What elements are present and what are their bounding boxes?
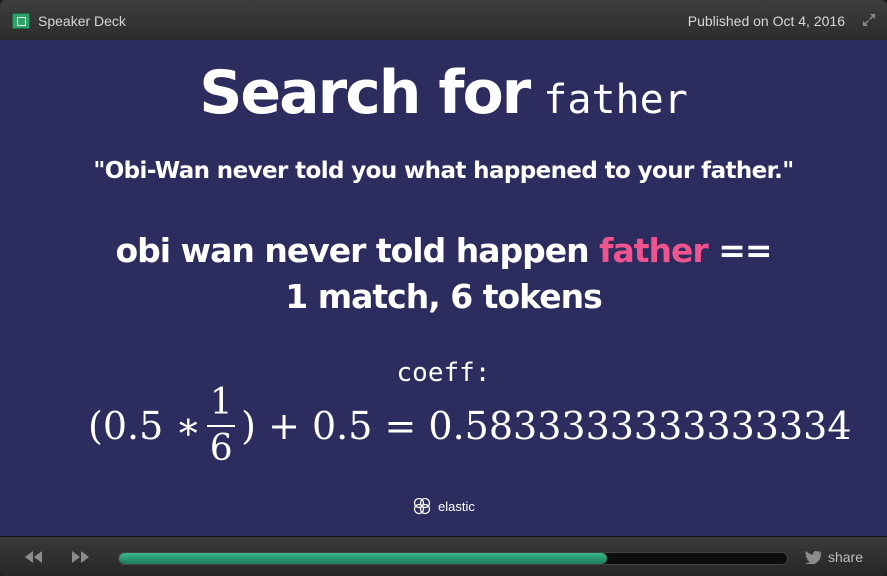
formula-open: (0.5 ∗ bbox=[88, 404, 202, 448]
fraction-denominator: 6 bbox=[209, 428, 233, 469]
elastic-logo-icon bbox=[413, 497, 431, 515]
rewind-icon[interactable] bbox=[22, 547, 46, 567]
slide-player: Speaker Deck Published on Oct 4, 2016 Se… bbox=[0, 0, 887, 576]
speakerdeck-logo-icon bbox=[12, 13, 30, 29]
fraction-numerator: 1 bbox=[209, 382, 233, 423]
progress-bar[interactable] bbox=[118, 552, 788, 565]
formula-fraction: 1 6 bbox=[207, 381, 236, 471]
token-equation: obi wan never told happen father == 1 ma… bbox=[0, 228, 887, 320]
slide-content: Search for father "Obi-Wan never told you… bbox=[0, 40, 887, 536]
speakerdeck-link[interactable]: Speaker Deck bbox=[12, 11, 126, 31]
share-label: share bbox=[827, 549, 863, 565]
share-button[interactable]: share bbox=[804, 549, 863, 565]
tokens-text: obi wan never told happen bbox=[115, 231, 590, 270]
player-header: Speaker Deck Published on Oct 4, 2016 bbox=[0, 0, 887, 41]
brand-label: Speaker Deck bbox=[38, 13, 126, 29]
slide-quote: "Obi-Wan never told you what happened to… bbox=[93, 158, 794, 184]
fast-forward-icon[interactable] bbox=[68, 547, 92, 567]
coeff-formula: (0.5 ∗ 1 6 ) + 0.5 = 0.5833333333333334 bbox=[88, 376, 852, 476]
tokens-operator: == bbox=[718, 231, 772, 270]
elastic-logo: elastic bbox=[0, 496, 887, 516]
progress-fill bbox=[119, 553, 607, 564]
tokens-highlight: father bbox=[599, 231, 709, 270]
title-bold-text: Search for bbox=[199, 58, 531, 128]
player-controls: share bbox=[0, 536, 887, 576]
formula-rest: ) + 0.5 = 0.5833333333333334 bbox=[241, 404, 852, 448]
title-mono-text: father bbox=[543, 77, 688, 123]
published-date: Published on Oct 4, 2016 bbox=[687, 13, 845, 29]
twitter-bird-icon bbox=[804, 550, 822, 564]
slide-title: Search for father bbox=[0, 58, 887, 128]
match-text: 1 match, 6 tokens bbox=[285, 277, 602, 316]
expand-icon[interactable] bbox=[861, 12, 877, 28]
elastic-logo-text: elastic bbox=[438, 498, 475, 514]
